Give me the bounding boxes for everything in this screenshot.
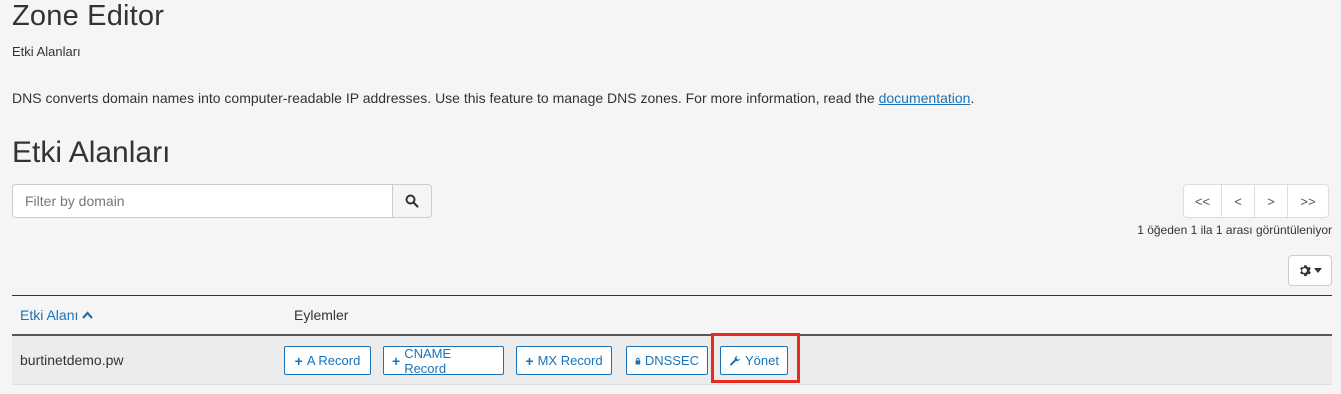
add-cname-record-button[interactable]: + CNAME Record: [383, 345, 504, 376]
description-text: DNS converts domain names into computer-…: [12, 90, 879, 106]
table-header: Etki Alanı Eylemler: [12, 295, 1332, 336]
domains-table: Etki Alanı Eylemler burtinetdemo.pw + A …: [12, 295, 1332, 385]
documentation-link[interactable]: documentation: [879, 90, 971, 106]
mx-record-label: MX Record: [537, 353, 603, 368]
dnssec-button[interactable]: DNSSEC: [626, 346, 708, 375]
add-mx-record-button[interactable]: + MX Record: [516, 346, 612, 375]
search-group: [12, 184, 432, 218]
pagination: << < > >>: [1183, 184, 1329, 218]
next-page-button[interactable]: >: [1254, 184, 1288, 218]
description-suffix: .: [970, 90, 975, 106]
add-a-record-button[interactable]: + A Record: [284, 346, 371, 375]
highlight-box: [711, 333, 800, 383]
search-input[interactable]: [12, 184, 393, 218]
domain-name: burtinetdemo.pw: [20, 352, 124, 368]
search-button[interactable]: [392, 184, 432, 218]
plus-icon: +: [392, 352, 401, 369]
actions-column-header: Eylemler: [294, 307, 349, 323]
breadcrumb: Etki Alanları: [12, 44, 81, 59]
plus-icon: +: [294, 352, 303, 369]
gear-icon: [1300, 265, 1311, 277]
first-page-button[interactable]: <<: [1183, 184, 1222, 218]
section-title: Etki Alanları: [12, 136, 171, 169]
domain-column-header[interactable]: Etki Alanı: [20, 307, 94, 323]
last-page-button[interactable]: >>: [1287, 184, 1329, 218]
pagination-info: 1 öğeden 1 ila 1 arası görüntüleniyor: [1137, 223, 1332, 237]
page-title: Zone Editor: [12, 0, 165, 32]
cname-record-label: CNAME Record: [404, 345, 452, 376]
a-record-label: A Record: [306, 353, 361, 368]
sort-ascending-icon: [82, 311, 94, 319]
caret-down-icon: [1314, 268, 1322, 273]
search-icon: [405, 194, 419, 208]
prev-page-button[interactable]: <: [1221, 184, 1255, 218]
dnssec-label: DNSSEC: [644, 353, 699, 368]
lock-icon: [635, 357, 641, 364]
table-row: burtinetdemo.pw + A Record + CNAME Recor…: [12, 336, 1332, 385]
settings-button[interactable]: [1288, 255, 1332, 286]
domain-column-label: Etki Alanı: [20, 307, 79, 323]
page-description: DNS converts domain names into computer-…: [12, 90, 974, 106]
plus-icon: +: [525, 352, 534, 369]
